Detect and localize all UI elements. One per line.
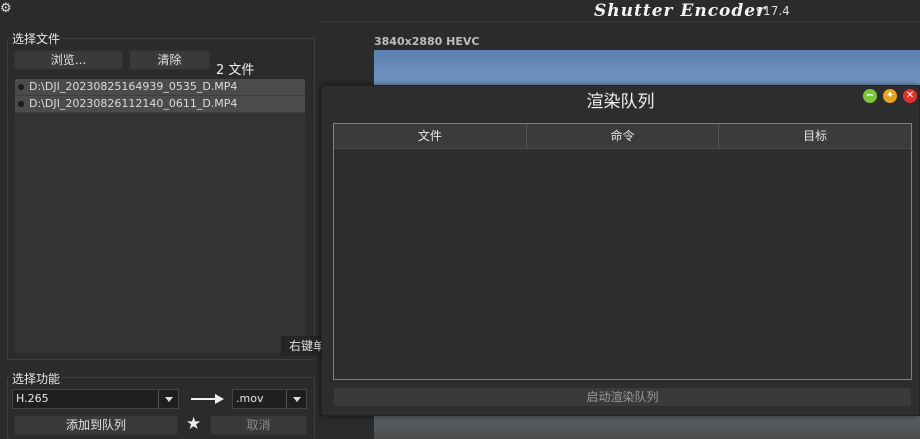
file-selection-label: 选择文件	[10, 30, 63, 47]
close-icon[interactable]: ✕	[903, 89, 917, 103]
column-header-file[interactable]: 文件	[334, 124, 527, 148]
preview-info: 3840x2880 HEVC	[374, 35, 480, 48]
chevron-down-icon[interactable]	[158, 390, 178, 408]
chevron-down-icon[interactable]	[286, 390, 306, 408]
file-name: D:\DJI_20230825164939_0535_D.MP4	[29, 80, 238, 93]
column-header-command[interactable]: 命令	[527, 124, 720, 148]
bullet-icon	[18, 84, 24, 90]
cancel-button[interactable]: 取消	[210, 415, 307, 435]
render-queue-title: 渲染队列	[586, 92, 655, 112]
render-queue-table[interactable]: 文件 命令 目标	[333, 123, 912, 380]
star-icon[interactable]: ★	[186, 414, 201, 434]
list-item[interactable]: D:\DJI_20230825164939_0535_D.MP4	[15, 79, 305, 96]
table-header: 文件 命令 目标	[334, 124, 911, 149]
file-name: D:\DJI_20230826112140_0611_D.MP4	[29, 97, 238, 110]
clear-button[interactable]: 清除	[129, 50, 210, 70]
app-version: v17.4	[756, 4, 790, 18]
function-select[interactable]: H.265	[12, 389, 179, 409]
right-click-hint: 右键单	[281, 336, 323, 356]
bullet-icon	[18, 101, 24, 107]
column-header-target[interactable]: 目标	[719, 124, 911, 148]
container-select[interactable]: .mov	[232, 389, 307, 409]
function-selection-label: 选择功能	[10, 370, 63, 387]
browse-button[interactable]: 浏览...	[14, 50, 123, 70]
settings-gear-icon[interactable]: ⚙	[0, 2, 14, 16]
start-render-queue-button[interactable]: 启动渲染队列	[334, 388, 911, 406]
file-list[interactable]: D:\DJI_20230825164939_0535_D.MP4 D:\DJI_…	[14, 78, 306, 354]
minimize-icon[interactable]: −	[863, 89, 877, 103]
maximize-icon[interactable]: ✦	[883, 89, 897, 103]
add-to-queue-button[interactable]: 添加到队列	[14, 415, 178, 435]
function-select-value: H.265	[16, 392, 49, 405]
render-queue-window: 渲染队列 − ✦ ✕ 文件 命令 目标 启动渲染队列	[321, 85, 920, 416]
header-divider	[320, 21, 920, 22]
arrow-right-icon	[191, 394, 224, 404]
container-select-value: .mov	[236, 392, 264, 405]
file-count: 2 文件	[216, 63, 255, 78]
app-title: Shutter Encoder	[594, 1, 767, 21]
list-item[interactable]: D:\DJI_20230826112140_0611_D.MP4	[15, 96, 305, 113]
